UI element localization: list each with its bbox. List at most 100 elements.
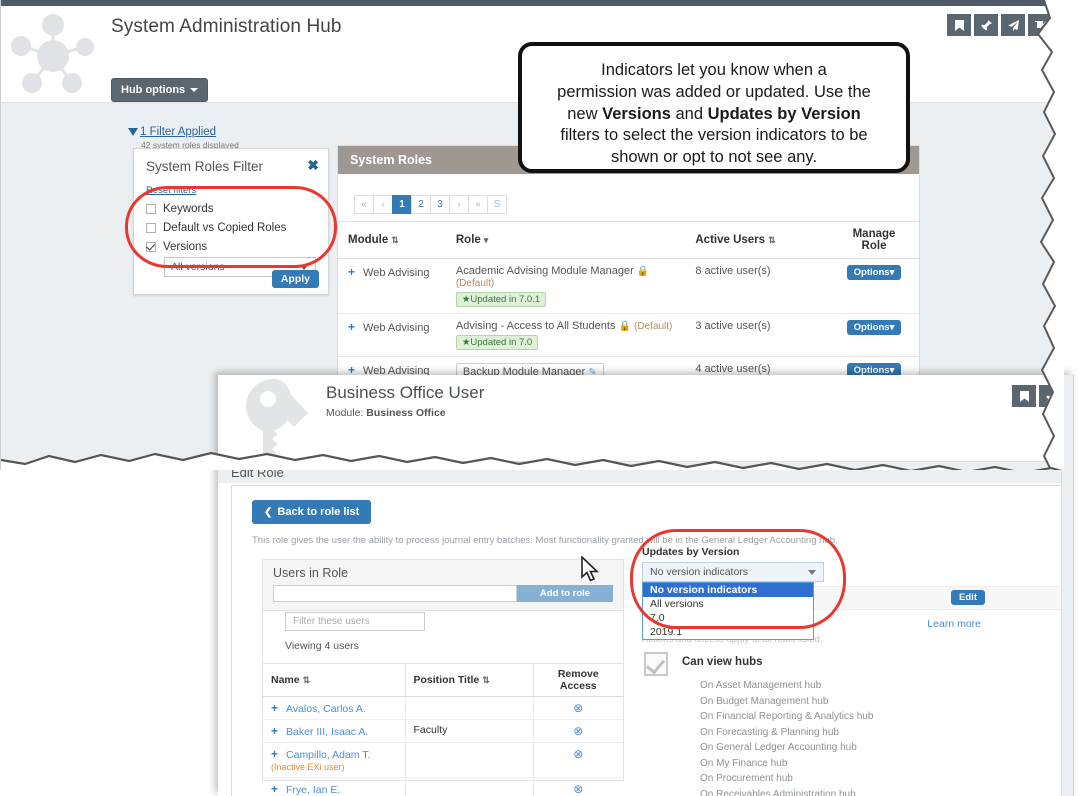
expand-icon[interactable]: +	[348, 265, 355, 279]
option-all-versions[interactable]: All versions	[643, 597, 813, 611]
expand-icon[interactable]: +	[271, 701, 278, 715]
callout-text: and	[671, 105, 708, 123]
can-view-hubs-label: Can view hubs	[682, 656, 763, 668]
sort-icon: ⇅	[303, 675, 311, 685]
column-label: Active Users	[695, 234, 765, 246]
apply-button[interactable]: Apply	[272, 270, 319, 288]
close-icon[interactable]: ✖	[307, 158, 319, 172]
option-2019-1[interactable]: 2019.1	[643, 625, 813, 639]
cell-module: +Web Advising	[338, 259, 446, 314]
role-module-line: Module: Business Office	[326, 407, 446, 419]
users-in-role-title: Users in Role	[273, 566, 613, 580]
learn-more-link[interactable]: Learn more	[927, 618, 981, 630]
column-header-role[interactable]: Role▾	[446, 222, 686, 259]
bookmark-icon-button[interactable]	[947, 14, 971, 36]
filter-panel-title: System Roles Filter	[134, 149, 328, 176]
list-item: On Financial Reporting & Analytics hub	[700, 709, 950, 725]
sort-icon: ⇅	[768, 235, 776, 245]
list-item: On Forecasting & Planning hub	[700, 725, 950, 741]
sort-icon: ⇅	[482, 675, 490, 685]
expand-icon[interactable]: +	[271, 724, 278, 738]
pin-icon-button[interactable]	[974, 14, 998, 36]
page-1-button[interactable]: 1	[392, 195, 412, 214]
callout-line-5: shown or opt to not see any.	[540, 147, 888, 169]
column-label: Position Title	[414, 674, 480, 686]
cell-name: + Baker III, Isaac A.	[263, 720, 405, 743]
cell-remove-access: ⊗	[533, 743, 623, 778]
table-row: + Frye, Ian E. ⊗	[263, 778, 623, 796]
reset-filters-link[interactable]: Reset filters	[146, 185, 196, 196]
annotation-callout: Indicators let you know when a permissio…	[518, 42, 910, 173]
remove-access-icon[interactable]: ⊗	[573, 782, 583, 796]
edit-button[interactable]: Edit	[951, 590, 985, 605]
page-3-button[interactable]: 3	[430, 195, 450, 214]
table-row: + Campillo, Adam T. (Inactive EXi user) ⊗	[263, 743, 623, 778]
filter-applied-label: 1 Filter Applied	[140, 126, 216, 138]
filter-users-input[interactable]: Filter these users	[285, 612, 425, 631]
column-label: Module	[348, 234, 388, 246]
can-view-hubs-checkbox[interactable]	[644, 652, 668, 676]
option-no-version-indicators[interactable]: No version indicators	[643, 583, 813, 597]
user-name[interactable]: Baker III, Isaac A.	[286, 726, 368, 738]
option-7-0[interactable]: 7.0	[643, 611, 813, 625]
options-button[interactable]: Options▾	[847, 320, 902, 335]
column-label: Role	[456, 234, 481, 246]
inactive-badge: (Inactive EXi user)	[271, 762, 345, 772]
cell-active-users: 8 active user(s)	[685, 259, 829, 314]
options-label: Options	[854, 267, 890, 278]
version-badge: ★Updated in 7.0	[456, 335, 538, 350]
table-header-row: Module⇅ Role▾ Active Users⇅ Manage Role	[338, 222, 919, 259]
version-badge-label: Updated in 7.0	[470, 337, 532, 348]
column-header-name[interactable]: Name⇅	[263, 664, 405, 697]
callout-line-1: Indicators let you know when a	[540, 60, 888, 82]
role-page-title: Business Office User	[326, 383, 484, 403]
user-name[interactable]: Campillo, Adam T.	[286, 749, 370, 761]
column-label: Remove Access	[558, 668, 599, 692]
filter-checkbox-default-vs-copied[interactable]: Default vs Copied Roles	[146, 222, 286, 234]
page-prev-button[interactable]: ‹	[373, 195, 393, 214]
column-header-position-title[interactable]: Position Title⇅	[405, 664, 533, 697]
expand-icon[interactable]: +	[271, 747, 278, 761]
remove-access-icon[interactable]: ⊗	[573, 724, 583, 738]
add-to-role-button[interactable]: Add to role	[517, 585, 613, 602]
remove-access-icon[interactable]: ⊗	[573, 747, 583, 761]
table-row: + Avalos, Carlos A. ⊗	[263, 697, 623, 720]
torn-paper-edge-bottom	[1, 446, 1064, 470]
column-label: Name	[271, 674, 300, 686]
page-last-button[interactable]: »	[468, 195, 488, 214]
cell-position-title	[405, 743, 533, 778]
user-name[interactable]: Frye, Ian E.	[286, 784, 340, 796]
add-user-row: Add to role	[273, 585, 613, 602]
options-button[interactable]: Options▾	[847, 265, 902, 280]
updates-by-version-select[interactable]: No version indicators	[642, 562, 824, 582]
expand-icon[interactable]: +	[348, 320, 355, 334]
chevron-down-icon	[190, 88, 198, 92]
page-size-button[interactable]: S	[487, 195, 507, 214]
cell-remove-access: ⊗	[533, 778, 623, 796]
filter-checkbox-keywords[interactable]: Keywords	[146, 203, 214, 215]
cell-module: +Web Advising	[338, 314, 446, 357]
cell-manage-role: Options▾	[829, 314, 919, 357]
back-to-role-list-button[interactable]: ❮Back to role list	[252, 500, 371, 524]
pagination: « ‹ 1 2 3 › » S	[355, 195, 507, 214]
options-label: Options	[854, 322, 890, 333]
filter-applied-link[interactable]: 1 Filter Applied	[128, 126, 216, 138]
page-2-button[interactable]: 2	[411, 195, 431, 214]
page-next-button[interactable]: ›	[449, 195, 469, 214]
send-icon	[1007, 19, 1020, 32]
user-name[interactable]: Avalos, Carlos A.	[286, 703, 366, 715]
page-first-button[interactable]: «	[354, 195, 374, 214]
hub-options-button[interactable]: Hub options	[111, 78, 208, 102]
expand-icon[interactable]: +	[271, 782, 278, 796]
module-name-text: Business Office	[366, 407, 445, 419]
add-user-input[interactable]	[273, 585, 517, 602]
column-header-module[interactable]: Module⇅	[338, 222, 446, 259]
send-icon-button[interactable]	[1001, 14, 1025, 36]
filter-checkbox-versions[interactable]: Versions	[146, 241, 207, 253]
cell-role: Advising - Access to All Students 🔒 (Def…	[446, 314, 686, 357]
list-item: On Procurement hub	[700, 771, 950, 787]
column-header-active-users[interactable]: Active Users⇅	[685, 222, 829, 259]
table-header-row: Name⇅ Position Title⇅ Remove Access	[263, 664, 623, 697]
cell-remove-access: ⊗	[533, 720, 623, 743]
remove-access-icon[interactable]: ⊗	[573, 701, 583, 715]
